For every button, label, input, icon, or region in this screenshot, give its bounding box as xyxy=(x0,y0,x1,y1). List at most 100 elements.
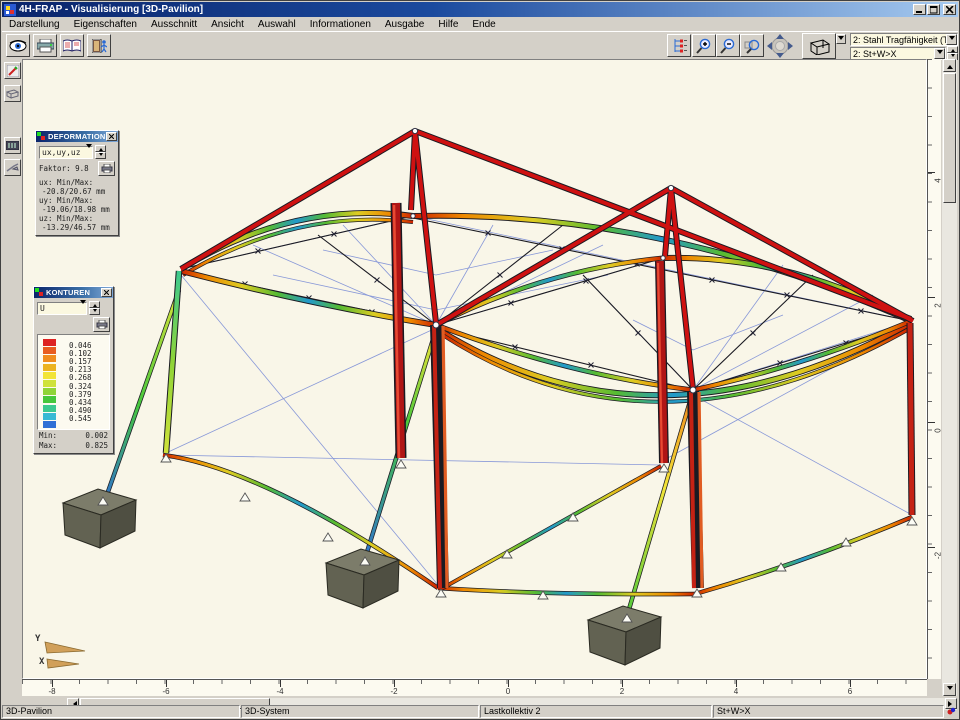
pan-control[interactable] xyxy=(766,33,794,59)
spinner-up[interactable] xyxy=(947,46,958,53)
zoom-window-icon xyxy=(744,38,760,54)
deformation-combo-arrow[interactable] xyxy=(86,148,92,157)
exit-door-icon xyxy=(92,39,107,53)
status-indicator xyxy=(945,705,958,718)
menu-ende[interactable]: Ende xyxy=(465,19,502,30)
menu-hilfe[interactable]: Hilfe xyxy=(431,19,465,30)
konturen-spinner[interactable] xyxy=(89,301,100,315)
status-system: 3D-System xyxy=(241,705,479,718)
section-tool-button[interactable] xyxy=(4,159,21,176)
zoom-out-button[interactable] xyxy=(716,34,740,57)
loadcase-spinner[interactable] xyxy=(947,46,958,60)
spinner-down[interactable] xyxy=(95,152,106,159)
zoom-window-button[interactable] xyxy=(740,34,764,57)
deformation-print-button[interactable] xyxy=(98,161,115,176)
statusbar: 3D-Pavilion 3D-System Lastkollektiv 2 St… xyxy=(2,705,958,718)
roof-wireframe xyxy=(166,216,912,585)
view-3d-button[interactable] xyxy=(802,33,836,59)
print-button[interactable] xyxy=(33,34,57,57)
manual-button[interactable] xyxy=(60,34,84,57)
ruler-label: 6 xyxy=(840,687,860,696)
close-icon xyxy=(104,290,109,295)
menu-ausschnitt[interactable]: Ausschnitt xyxy=(144,19,204,30)
result-combo[interactable]: 2: Stahl Tragfähigkeit (Th. 2. O xyxy=(850,33,958,46)
scale-swatch xyxy=(43,413,56,420)
menu-auswahl[interactable]: Auswahl xyxy=(251,19,303,30)
ruler-tick xyxy=(622,680,623,687)
max-label: Max: xyxy=(39,441,57,450)
scale-swatch xyxy=(43,388,56,395)
toolbar: 2: Stahl Tragfähigkeit (Th. 2. O 2: St+W… xyxy=(2,31,958,59)
konturen-panel-titlebar[interactable]: KONTUREN xyxy=(34,287,113,298)
tree-options-button[interactable] xyxy=(667,34,691,57)
max-value: 0.825 xyxy=(85,441,108,450)
deformation-panel-title: DEFORMATION xyxy=(48,132,106,141)
titlebar[interactable]: 4H-FRAP - Visualisierung [3D-Pavilion] xyxy=(2,2,958,17)
pencil-icon xyxy=(7,65,19,77)
ruler-label: -8 xyxy=(42,687,62,696)
ruler-tick xyxy=(508,680,509,687)
scale-swatch xyxy=(43,405,56,412)
edit-mode-button[interactable] xyxy=(4,62,21,79)
vertical-scroll-thumb[interactable] xyxy=(943,73,956,203)
application-window: 4H-FRAP - Visualisierung [3D-Pavilion] D… xyxy=(0,0,960,720)
left-toolbar xyxy=(2,59,22,694)
deformation-spinner[interactable] xyxy=(95,145,106,159)
chevron-up-icon xyxy=(947,62,953,69)
konturen-panel-close[interactable] xyxy=(101,288,112,297)
scroll-down-button[interactable] xyxy=(943,683,956,696)
loadcase-combo-arrow[interactable] xyxy=(934,48,945,59)
box-wire-icon xyxy=(6,88,19,99)
faktor-value: 9.8 xyxy=(75,164,89,173)
menu-ansicht[interactable]: Ansicht xyxy=(204,19,251,30)
chevron-up-icon xyxy=(951,47,955,52)
roof-arches xyxy=(181,213,911,402)
view-button[interactable] xyxy=(6,34,30,57)
minimize-button[interactable] xyxy=(913,4,926,15)
konturen-panel: KONTUREN U xyxy=(33,286,114,454)
viewport-3d[interactable]: Y X DEFORMATION ux,uy,uz xyxy=(22,59,927,679)
cable-turnbuckles xyxy=(243,231,864,368)
spinner-up[interactable] xyxy=(89,301,100,308)
menu-ausgabe[interactable]: Ausgabe xyxy=(378,19,431,30)
exit-button[interactable] xyxy=(87,34,111,57)
values-panel-button[interactable] xyxy=(4,137,21,154)
pan-icon xyxy=(766,33,794,59)
scale-swatch xyxy=(43,380,56,387)
scale-swatch xyxy=(43,396,56,403)
deformation-combo[interactable]: ux,uy,uz xyxy=(39,146,93,159)
close-button[interactable] xyxy=(943,4,956,15)
konturen-combo[interactable]: U xyxy=(37,302,87,315)
spinner-up[interactable] xyxy=(95,145,106,152)
konturen-combo-arrow[interactable] xyxy=(80,304,86,313)
deformation-panel: DEFORMATION ux,uy,uz Faktor: 9.8 xyxy=(35,130,119,236)
maximize-button[interactable] xyxy=(927,4,940,15)
chevron-down-icon xyxy=(949,36,955,43)
printer-small-icon xyxy=(96,320,108,329)
contour-scale: 0.0460.1020.1570.2130.2680.3240.3790.434… xyxy=(37,334,110,430)
vertical-scrollbar[interactable] xyxy=(942,59,957,696)
uz-label: uz: Min/Max: xyxy=(39,214,115,223)
ruler-label: 4 xyxy=(726,687,746,696)
scale-value: 0.545 xyxy=(69,414,92,423)
panel-icon xyxy=(37,132,46,141)
deformation-panel-titlebar[interactable]: DEFORMATION xyxy=(36,131,118,142)
ruler-horizontal: -8-6-4-20246 xyxy=(22,679,927,696)
deformation-panel-close[interactable] xyxy=(106,132,117,141)
konturen-combo-value: U xyxy=(38,304,80,313)
menu-eigenschaften[interactable]: Eigenschaften xyxy=(67,19,144,30)
uy-value: -19.06/18.98 mm xyxy=(39,205,115,214)
menu-informationen[interactable]: Informationen xyxy=(303,19,378,30)
result-combo-arrow[interactable] xyxy=(946,34,957,45)
model-view-button[interactable] xyxy=(4,85,21,102)
menu-darstellung[interactable]: Darstellung xyxy=(2,19,67,30)
scroll-up-button[interactable] xyxy=(943,59,956,72)
panel-icon xyxy=(35,288,44,297)
view-3d-dropdown[interactable] xyxy=(836,34,846,44)
spinner-down[interactable] xyxy=(89,308,100,315)
konturen-print-button[interactable] xyxy=(93,317,110,332)
ruler-label: -2 xyxy=(384,687,404,696)
window-title: 4H-FRAP - Visualisierung [3D-Pavilion] xyxy=(19,4,912,15)
chevron-down-icon xyxy=(86,144,92,160)
zoom-in-button[interactable] xyxy=(692,34,716,57)
